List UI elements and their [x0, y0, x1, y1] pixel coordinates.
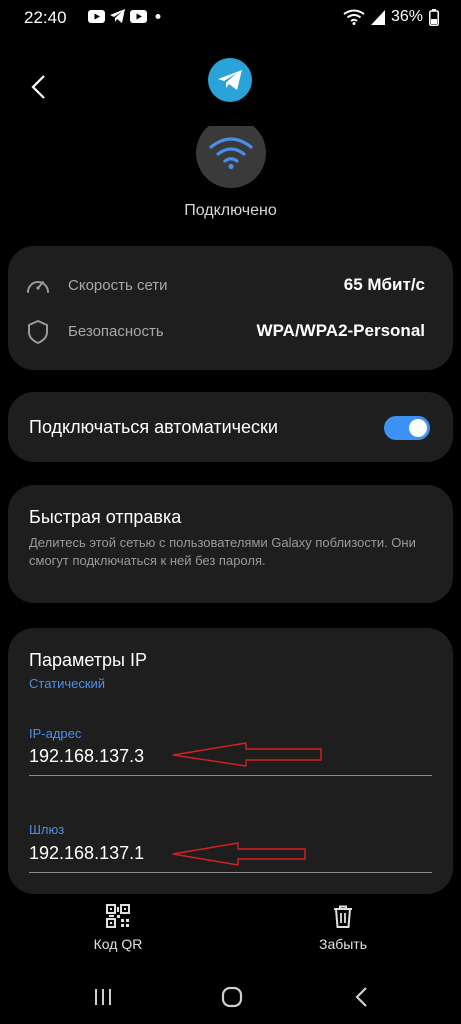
- toggle-knob: [409, 419, 427, 437]
- gateway-underline: [29, 872, 432, 873]
- connection-status: Подключено: [184, 202, 277, 219]
- security-row: Безопасность WPA/WPA2-Personal: [8, 312, 453, 352]
- status-bar: 22:40 36%: [0, 0, 461, 34]
- wifi-status-icon: [196, 118, 266, 188]
- security-value: WPA/WPA2-Personal: [256, 321, 425, 340]
- speedometer-icon: [27, 281, 49, 293]
- recent-apps-button[interactable]: [88, 984, 118, 1010]
- battery-percent: 36%: [390, 8, 423, 25]
- home-button[interactable]: [217, 984, 247, 1010]
- quick-share-card[interactable]: Быстрая отправка Делитесь этой сетью с п…: [8, 485, 453, 603]
- ip-mode-selector[interactable]: Статический: [29, 676, 105, 691]
- auto-connect-toggle[interactable]: [384, 416, 430, 440]
- auto-connect-card[interactable]: Подключаться автоматически: [8, 392, 453, 462]
- wifi-icon: [209, 137, 253, 170]
- status-app-icons: [88, 9, 164, 23]
- quick-share-description: Делитесь этой сетью с пользователями Gal…: [29, 535, 416, 568]
- forget-label: Забыть: [318, 936, 368, 952]
- telegram-icon: [110, 9, 125, 23]
- status-right: 36%: [343, 8, 439, 26]
- status-time: 22:40: [24, 8, 67, 27]
- youtube-icon: [130, 9, 147, 23]
- security-label: Безопасность: [68, 323, 164, 340]
- qr-code-label: Код QR: [93, 936, 143, 952]
- shield-icon: [28, 320, 48, 344]
- telegram-app-bubble[interactable]: [208, 58, 252, 102]
- gateway-input[interactable]: 192.168.137.1: [29, 843, 144, 864]
- back-nav-button[interactable]: [347, 984, 377, 1010]
- trash-icon: [334, 905, 352, 928]
- ip-address-label: IP-адрес: [29, 726, 82, 741]
- qr-code-button[interactable]: Код QR: [63, 903, 173, 952]
- auto-connect-label: Подключаться автоматически: [29, 417, 278, 437]
- ip-address-underline: [29, 775, 432, 776]
- quick-share-title: Быстрая отправка: [29, 507, 182, 527]
- network-speed-row: Скорость сети 65 Мбит/с: [8, 266, 453, 306]
- youtube-icon: [88, 9, 105, 23]
- battery-icon: [429, 8, 439, 26]
- wifi-signal-icon: [343, 9, 365, 25]
- network-speed-label: Скорость сети: [68, 277, 168, 294]
- qr-code-icon: [106, 904, 130, 928]
- dot-icon: [155, 13, 161, 19]
- network-info-card: Скорость сети 65 Мбит/с Безопасность WPA…: [8, 246, 453, 370]
- ip-settings-title: Параметры IP: [29, 650, 147, 670]
- forget-button[interactable]: Забыть: [288, 903, 398, 952]
- mobile-signal-icon: [370, 9, 385, 25]
- ip-address-input[interactable]: 192.168.137.3: [29, 746, 144, 767]
- network-speed-value: 65 Мбит/с: [343, 275, 425, 294]
- back-button[interactable]: [22, 70, 56, 104]
- navigation-bar: [0, 970, 461, 1024]
- gateway-label: Шлюз: [29, 822, 65, 837]
- telegram-icon: [218, 70, 242, 90]
- ip-settings-card: Параметры IP Статический IP-адрес 192.16…: [8, 628, 453, 894]
